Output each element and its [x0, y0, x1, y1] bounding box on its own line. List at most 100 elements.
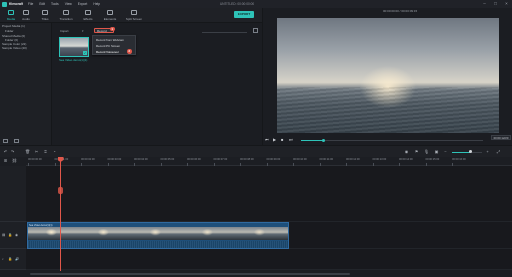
menu-help[interactable]: Help: [93, 2, 100, 6]
render-icon[interactable]: ◉: [404, 149, 409, 154]
zoom-in-icon[interactable]: +: [485, 149, 490, 154]
scrollbar-thumb[interactable]: [30, 273, 350, 275]
menu-file[interactable]: File: [28, 2, 33, 6]
skip-back-icon[interactable]: ⏮: [265, 137, 269, 142]
speed-icon[interactable]: ◔: [52, 149, 57, 154]
voiceover-icon[interactable]: 🎙: [424, 149, 429, 154]
fit-timeline-icon[interactable]: ⤢: [496, 149, 501, 154]
ruler-tick-label: 00:00:10:00: [293, 158, 307, 161]
video-track-header: ▤ 🔒 ◉: [0, 222, 26, 249]
ruler-tick-label: 00:00:07:00: [213, 158, 228, 161]
lock-icon[interactable]: 🔒: [8, 257, 12, 261]
speaker-icon[interactable]: 🔊: [15, 257, 19, 261]
menu-view[interactable]: View: [65, 2, 72, 6]
playhead-drag-marker[interactable]: [57, 187, 63, 194]
menu-export[interactable]: Export: [78, 2, 88, 6]
chevron-down-icon: ▾: [82, 29, 84, 33]
ruler-tick-label: 00:00:15:00: [425, 158, 440, 161]
main-toolbar: Media Audio Titles Transition Effects El…: [0, 8, 262, 23]
menu-edit[interactable]: Edit: [39, 2, 45, 6]
timeline-tracks: ▤ 🔒 ◉ ♪ 🔒 🔊 Sea Video.demo(1)(1): [0, 166, 512, 270]
audio-track-lane[interactable]: [26, 249, 512, 270]
video-clip[interactable]: Sea Video.demo(1)(1): [27, 222, 289, 249]
eye-icon[interactable]: ◉: [15, 233, 18, 237]
marker-icon[interactable]: ⚑: [414, 149, 419, 154]
redo-icon[interactable]: ↷: [10, 149, 15, 154]
ruler-tick-label: 00:00:08:00: [240, 158, 254, 161]
timeline-horizontal-scrollbar[interactable]: [26, 271, 512, 277]
stop-icon[interactable]: ■: [281, 137, 283, 142]
audio-icon: [23, 10, 29, 15]
window-title: UNTITLED: 00:00:00:00: [220, 2, 255, 6]
video-track-icon: ▤: [2, 233, 6, 237]
audio-track-icon: ♪: [2, 257, 4, 261]
open-folder-icon[interactable]: [14, 139, 19, 143]
empty-track-header: [0, 166, 26, 222]
tab-transition[interactable]: Transition: [55, 10, 77, 21]
preview-scrub-handle[interactable]: [322, 138, 325, 142]
filmora-logo-icon: [2, 1, 7, 7]
titles-icon: [42, 10, 48, 15]
ruler-tick-label: 00:00:09:00: [266, 158, 281, 161]
empty-track-lane[interactable]: [26, 166, 512, 222]
zoom-slider-handle[interactable]: [469, 150, 472, 154]
video-clip-thumbnails: [28, 227, 288, 240]
media-icon: [8, 10, 14, 15]
tab-elements-label: Elements: [103, 16, 117, 21]
undo-icon[interactable]: ↶: [3, 149, 8, 154]
new-folder-icon[interactable]: [3, 139, 8, 143]
media-thumbnail[interactable]: ✓: [59, 37, 89, 57]
menu-item-record-voiceover[interactable]: Record Voiceover: [96, 50, 119, 54]
preview-progress-track[interactable]: [323, 140, 483, 141]
tab-elements[interactable]: Elements: [99, 10, 121, 21]
maximize-icon[interactable]: □: [493, 1, 498, 6]
cut-icon[interactable]: ✂: [34, 149, 39, 154]
media-search-input[interactable]: [202, 28, 247, 33]
ruler-tick-label: 00:00:16:00: [452, 158, 466, 161]
audio-track-header: ♪ 🔒 🔊: [0, 249, 26, 270]
ruler-tick-label: 00:00:02:00: [81, 158, 95, 161]
import-dropdown[interactable]: Import: [60, 29, 69, 33]
crop-icon[interactable]: ⌗: [43, 149, 48, 154]
sidebar-item-project-media[interactable]: Project Media (1): [2, 24, 25, 28]
checkmark-icon: ✓: [83, 51, 87, 55]
close-icon[interactable]: ×: [504, 1, 509, 6]
sidebar-item-sample-video[interactable]: Sample Video (20): [2, 46, 27, 50]
timeline-ruler[interactable]: 00:00:00:0000:00:01:0000:00:02:0000:00:0…: [26, 157, 512, 166]
sidebar-item-folder[interactable]: Folder: [5, 29, 14, 33]
grid-view-icon[interactable]: [253, 28, 258, 33]
skip-forward-icon[interactable]: ⏭: [289, 137, 293, 142]
media-library-sidebar: Project Media (1) Folder Shared Media (0…: [0, 23, 52, 145]
menu-item-record-pc-screen[interactable]: Record PC Screen: [96, 44, 120, 48]
export-button[interactable]: EXPORT: [234, 11, 254, 18]
tab-effects-label: Effects: [83, 16, 93, 21]
lock-icon[interactable]: 🔒: [8, 233, 12, 237]
effects-icon: [85, 10, 91, 15]
tab-titles[interactable]: Titles: [34, 10, 56, 21]
tab-effects[interactable]: Effects: [77, 10, 99, 21]
app-logo-text: filmora9: [9, 2, 23, 6]
snapshot-icon[interactable]: ▣: [434, 149, 439, 154]
playhead[interactable]: [60, 157, 61, 271]
add-track-icon[interactable]: ⊞: [3, 158, 8, 163]
delete-icon[interactable]: 🗑: [25, 149, 30, 154]
play-icon[interactable]: ▶: [273, 137, 276, 142]
ruler-tick-label: 00:00:00:00: [28, 158, 42, 161]
menu-tools[interactable]: Tools: [51, 2, 59, 6]
menu-bar: filmora9 File Edit Tools View Export Hel…: [0, 0, 512, 8]
zoom-out-icon[interactable]: −: [443, 149, 448, 154]
link-icon[interactable]: ⛓: [12, 158, 17, 163]
preview-time-display: 00:00:12/20: [491, 135, 511, 140]
menu-item-record-webcam[interactable]: Record from Webcam: [96, 38, 124, 42]
step-badge-1: 1: [110, 26, 115, 31]
tab-split-screen-label: Split Screen: [125, 16, 143, 21]
sidebar-footer: [3, 139, 19, 143]
minimize-icon[interactable]: –: [482, 1, 487, 6]
ruler-tick-label: 00:00:13:00: [372, 158, 387, 161]
preview-timecode: 00:00:00:00 / 00:00:09:15: [383, 9, 418, 13]
tab-split-screen[interactable]: Split Screen: [123, 10, 145, 21]
tab-transition-label: Transition: [59, 16, 73, 21]
app-logo: filmora9: [2, 1, 28, 7]
timeline-toolbar: ↶ ↷ 🗑 ✂ ⌗ ◔ ◉ ⚑ 🎙 ▣ − + ⤢: [0, 145, 512, 157]
elements-icon: [107, 10, 113, 15]
